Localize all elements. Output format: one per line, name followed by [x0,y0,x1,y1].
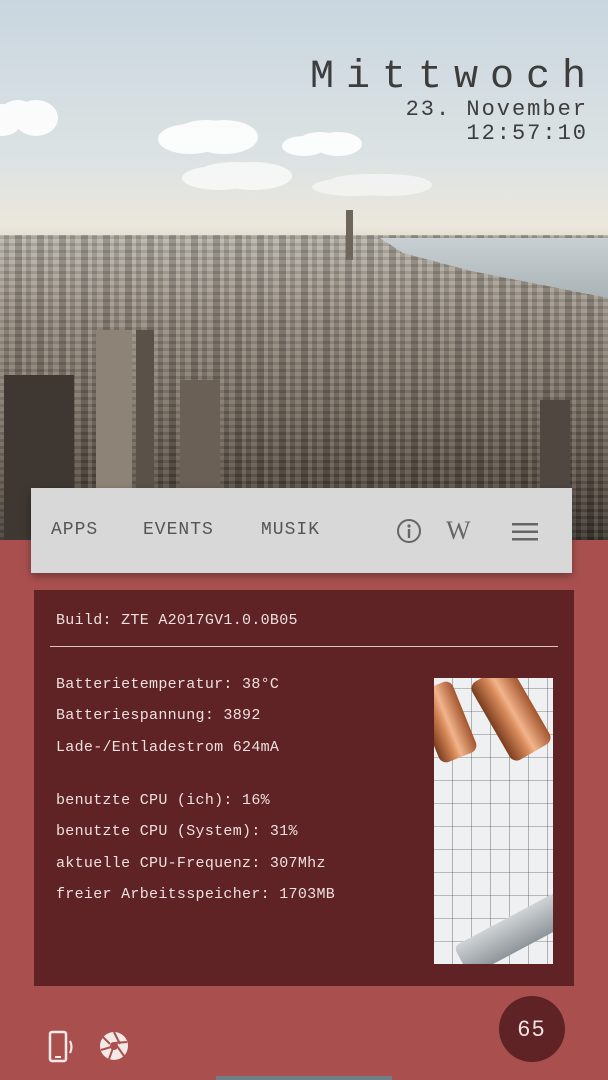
battery-voltage: Batteriespannung: 3892 [56,707,261,724]
cpu-frequency: aktuelle CPU-Frequenz: 307Mhz [56,855,326,872]
tower [136,330,154,490]
count-badge[interactable]: 65 [499,996,565,1062]
time: 12:57:10 [466,121,588,146]
cpu-usage-system: benutzte CPU (System): 31% [56,823,298,840]
copper-pipe [468,678,553,764]
build-info: Build: ZTE A2017GV1.0.0B05 [56,612,298,629]
nav-apps[interactable]: APPS [51,520,98,540]
nav-events[interactable]: EVENTS [143,520,214,540]
weekday: Mittwoch [309,55,598,100]
wikipedia-icon[interactable]: W [446,516,471,546]
cloud [200,162,270,182]
cloud [330,174,410,188]
divider [50,646,558,647]
cpu-usage-own: benutzte CPU (ich): 16% [56,792,270,809]
free-memory: freier Arbeitsspeicher: 1703MB [56,886,336,903]
menu-icon[interactable] [512,522,538,547]
cloud [176,120,236,146]
phone-vibrate-icon[interactable] [47,1030,79,1069]
aperture-icon[interactable] [98,1030,130,1067]
home-indicator[interactable] [216,1076,392,1080]
blueprint-tools-image [434,678,553,964]
battery-temperature: Batterietemperatur: 38°C [56,676,280,693]
system-info-card: Build: ZTE A2017GV1.0.0B05 Batterietempe… [34,590,574,986]
wrench [453,885,553,964]
cloud [0,100,36,128]
tower [346,210,353,260]
battery-current: Lade-/Entladestrom 624mA [56,739,280,756]
nav-bar: APPS EVENTS MUSIK W [31,488,572,573]
date: 23. November [405,97,588,122]
info-icon[interactable] [396,518,422,549]
clock-widget: Mittwoch 23. November 12:57:10 [310,58,588,146]
nav-musik[interactable]: MUSIK [261,520,320,540]
tower [180,380,220,490]
